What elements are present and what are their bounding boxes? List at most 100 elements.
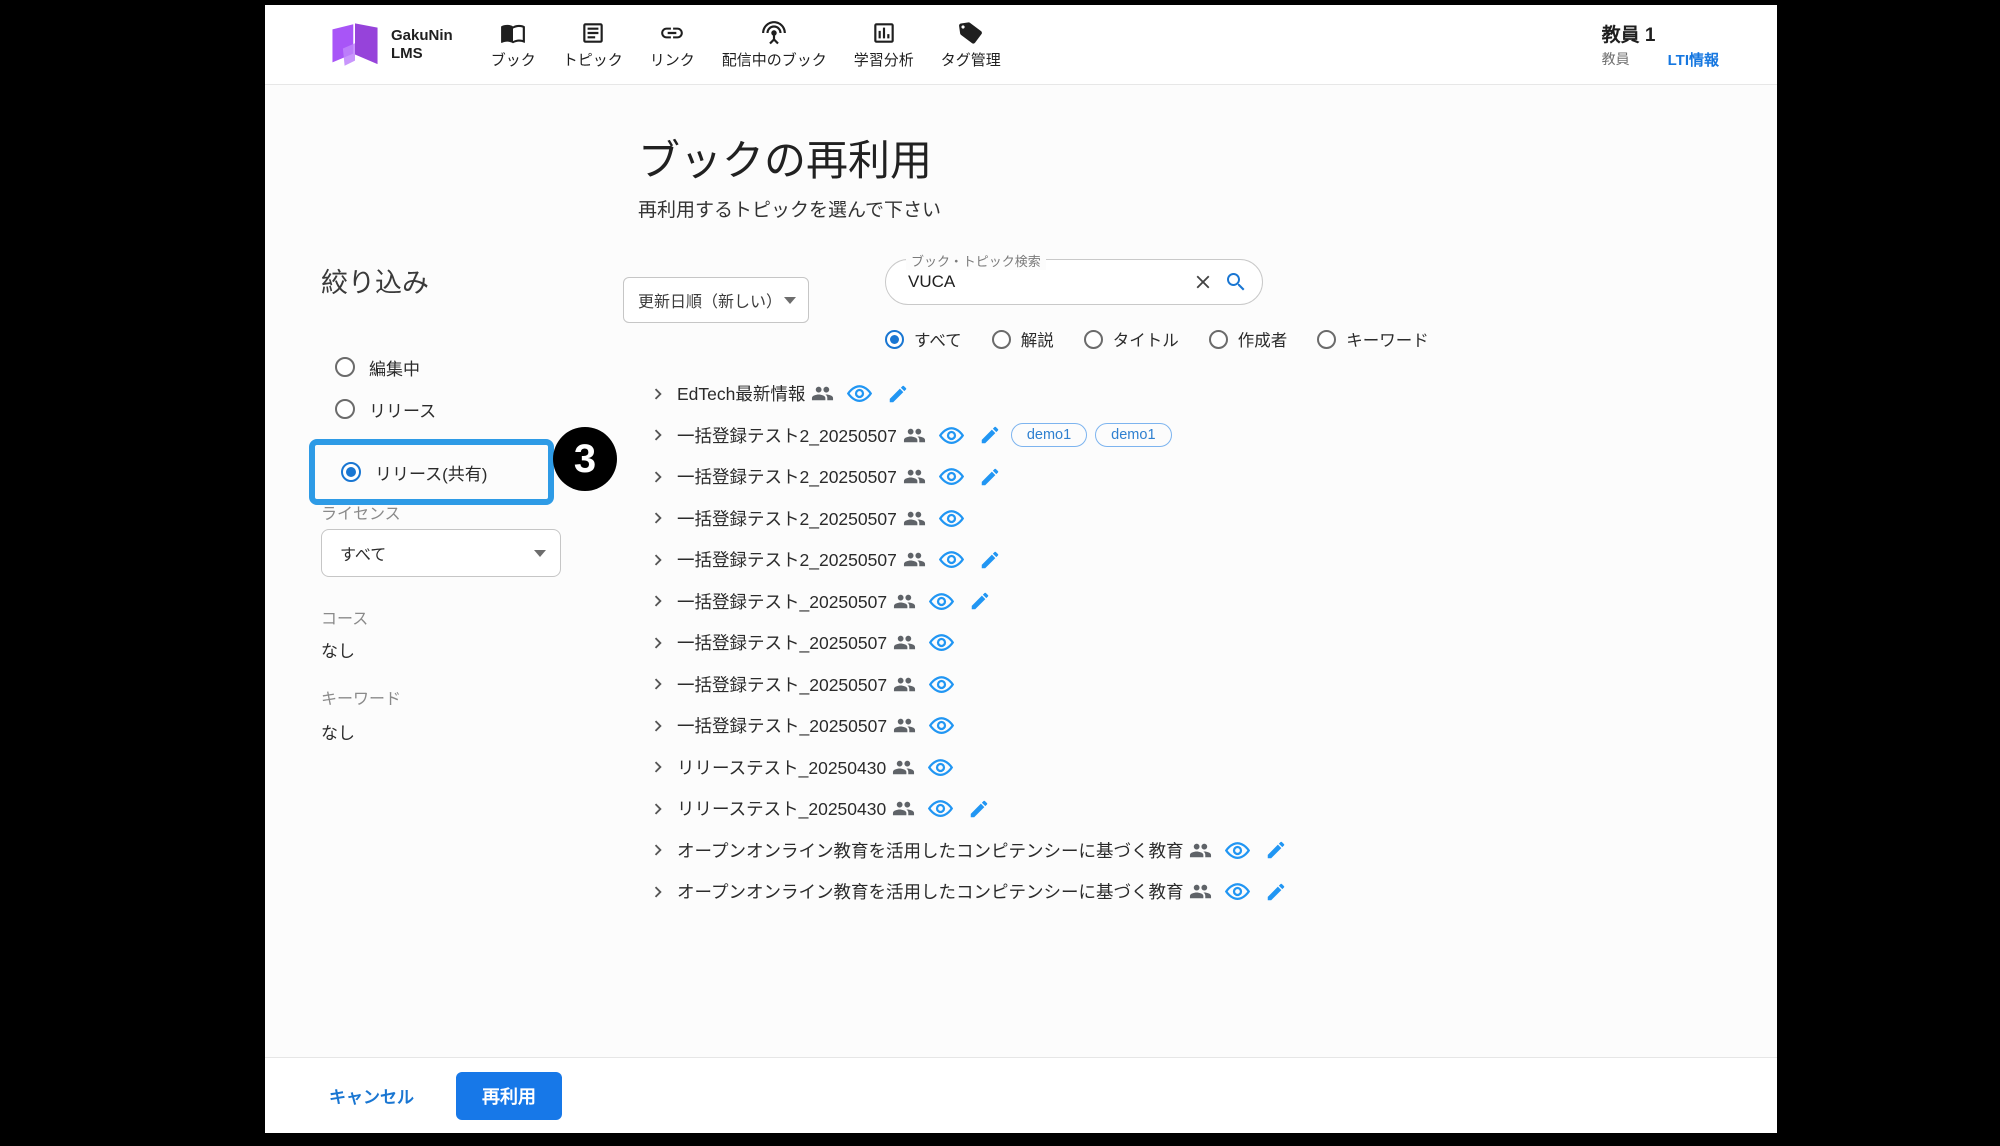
search-scope-option[interactable]: キーワード bbox=[1317, 327, 1429, 351]
top-navigation-bar: GakuNin LMS ブック トピック リンク bbox=[265, 5, 1777, 85]
course-label: コース bbox=[321, 605, 368, 629]
book-title[interactable]: 一括登録テスト_20250507 bbox=[677, 713, 887, 738]
preview-eye-icon[interactable] bbox=[938, 546, 965, 573]
expand-chevron-icon[interactable] bbox=[647, 424, 669, 446]
edit-pencil-icon[interactable] bbox=[1265, 839, 1287, 861]
nav-item-tag-management[interactable]: タグ管理 bbox=[941, 20, 1001, 70]
keyword-label: キーワード bbox=[321, 685, 401, 709]
nav-item-books[interactable]: ブック bbox=[491, 20, 536, 70]
book-title[interactable]: オープンオンライン教育を活用したコンピテンシーに基づく教育 bbox=[677, 838, 1183, 863]
book-title[interactable]: 一括登録テスト2_20250507 bbox=[677, 506, 897, 531]
radio-release-shared[interactable] bbox=[341, 462, 361, 482]
preview-eye-icon[interactable] bbox=[928, 712, 955, 739]
preview-eye-icon[interactable] bbox=[927, 795, 954, 822]
status-option-release-shared[interactable]: リリース(共有) bbox=[309, 439, 554, 505]
book-row: リリーステスト_20250430 bbox=[647, 747, 1287, 789]
cancel-button[interactable]: キャンセル bbox=[329, 1083, 414, 1108]
nav-item-published-books[interactable]: 配信中のブック bbox=[722, 20, 827, 70]
clear-search-button[interactable] bbox=[1192, 271, 1214, 293]
sort-order-select[interactable]: 更新日順（新しい） bbox=[623, 277, 809, 323]
expand-chevron-icon[interactable] bbox=[647, 383, 669, 405]
nav-item-topics[interactable]: トピック bbox=[563, 20, 623, 70]
book-title[interactable]: 一括登録テスト2_20250507 bbox=[677, 423, 897, 448]
book-row: 一括登録テスト_20250507 bbox=[647, 705, 1287, 747]
search-scope-option[interactable]: すべて bbox=[885, 327, 962, 351]
preview-eye-icon[interactable] bbox=[928, 671, 955, 698]
annotation-step-3-badge: 3 bbox=[553, 427, 617, 491]
search-scope-option[interactable]: 作成者 bbox=[1209, 327, 1288, 351]
tag-chip: demo1 bbox=[1095, 423, 1171, 447]
lti-info-link[interactable]: LTI情報 bbox=[1668, 49, 1719, 70]
broadcast-icon bbox=[761, 20, 787, 46]
expand-chevron-icon[interactable] bbox=[647, 673, 669, 695]
preview-eye-icon[interactable] bbox=[928, 629, 955, 656]
gakunin-lms-logo[interactable]: GakuNin LMS bbox=[329, 22, 453, 68]
edit-pencil-icon[interactable] bbox=[979, 424, 1001, 446]
shared-users-icon bbox=[893, 590, 916, 613]
book-title[interactable]: オープンオンライン教育を活用したコンピテンシーに基づく教育 bbox=[677, 879, 1183, 904]
app-window: GakuNin LMS ブック トピック リンク bbox=[265, 5, 1777, 1133]
expand-chevron-icon[interactable] bbox=[647, 507, 669, 529]
nav-item-learning-analytics[interactable]: 学習分析 bbox=[854, 20, 914, 70]
search-scope-option[interactable]: タイトル bbox=[1084, 327, 1179, 351]
book-title[interactable]: 一括登録テスト_20250507 bbox=[677, 672, 887, 697]
preview-eye-icon[interactable] bbox=[1224, 878, 1251, 905]
book-title[interactable]: リリーステスト_20250430 bbox=[677, 755, 886, 780]
book-row: 一括登録テスト_20250507 bbox=[647, 664, 1287, 706]
status-option-editing[interactable]: 編集中 bbox=[335, 355, 591, 379]
book-row: EdTech最新情報 bbox=[647, 373, 1287, 415]
book-row: 一括登録テスト2_20250507 bbox=[647, 456, 1287, 498]
status-option-release[interactable]: リリース bbox=[335, 397, 591, 421]
preview-eye-icon[interactable] bbox=[938, 505, 965, 532]
search-input[interactable]: ブック・トピック検索 VUCA bbox=[885, 259, 1263, 305]
preview-eye-icon[interactable] bbox=[846, 380, 873, 407]
shared-users-icon bbox=[893, 673, 916, 696]
expand-chevron-icon[interactable] bbox=[647, 549, 669, 571]
scope-radio[interactable] bbox=[1209, 330, 1228, 349]
expand-chevron-icon[interactable] bbox=[647, 839, 669, 861]
expand-chevron-icon[interactable] bbox=[647, 632, 669, 654]
license-select[interactable]: すべて bbox=[321, 529, 561, 577]
reuse-submit-button[interactable]: 再利用 bbox=[456, 1072, 562, 1120]
preview-eye-icon[interactable] bbox=[938, 422, 965, 449]
preview-eye-icon[interactable] bbox=[928, 588, 955, 615]
scope-radio[interactable] bbox=[885, 330, 904, 349]
search-scope-option[interactable]: 解説 bbox=[992, 327, 1054, 351]
edit-pencil-icon[interactable] bbox=[979, 549, 1001, 571]
expand-chevron-icon[interactable] bbox=[647, 590, 669, 612]
scope-radio[interactable] bbox=[992, 330, 1011, 349]
preview-eye-icon[interactable] bbox=[927, 754, 954, 781]
edit-pencil-icon[interactable] bbox=[1265, 881, 1287, 903]
edit-pencil-icon[interactable] bbox=[968, 798, 990, 820]
nav-item-links[interactable]: リンク bbox=[650, 20, 695, 70]
logo-text: GakuNin LMS bbox=[391, 27, 453, 62]
book-list: EdTech最新情報 一括登録テスト2_20250507 demo1demo1 bbox=[647, 373, 1287, 913]
nav-label: トピック bbox=[563, 49, 623, 70]
book-title[interactable]: リリーステスト_20250430 bbox=[677, 796, 886, 821]
book-title[interactable]: 一括登録テスト2_20250507 bbox=[677, 547, 897, 572]
preview-eye-icon[interactable] bbox=[938, 463, 965, 490]
expand-chevron-icon[interactable] bbox=[647, 466, 669, 488]
page-title: ブックの再利用 bbox=[638, 127, 932, 188]
radio-label: 編集中 bbox=[369, 355, 420, 380]
book-title[interactable]: 一括登録テスト_20250507 bbox=[677, 630, 887, 655]
edit-pencil-icon[interactable] bbox=[969, 590, 991, 612]
expand-chevron-icon[interactable] bbox=[647, 881, 669, 903]
book-title[interactable]: 一括登録テスト_20250507 bbox=[677, 589, 887, 614]
tag-icon bbox=[956, 18, 985, 47]
expand-chevron-icon[interactable] bbox=[647, 715, 669, 737]
scope-radio[interactable] bbox=[1317, 330, 1336, 349]
radio-release[interactable] bbox=[335, 399, 355, 419]
expand-chevron-icon[interactable] bbox=[647, 798, 669, 820]
book-title[interactable]: EdTech最新情報 bbox=[677, 381, 805, 406]
search-button[interactable] bbox=[1224, 270, 1248, 294]
preview-eye-icon[interactable] bbox=[1224, 837, 1251, 864]
shared-users-icon bbox=[903, 424, 926, 447]
expand-chevron-icon[interactable] bbox=[647, 756, 669, 778]
edit-pencil-icon[interactable] bbox=[887, 383, 909, 405]
edit-pencil-icon[interactable] bbox=[979, 466, 1001, 488]
radio-editing[interactable] bbox=[335, 357, 355, 377]
scope-radio[interactable] bbox=[1084, 330, 1103, 349]
book-title[interactable]: 一括登録テスト2_20250507 bbox=[677, 464, 897, 489]
shared-users-icon bbox=[1189, 880, 1212, 903]
